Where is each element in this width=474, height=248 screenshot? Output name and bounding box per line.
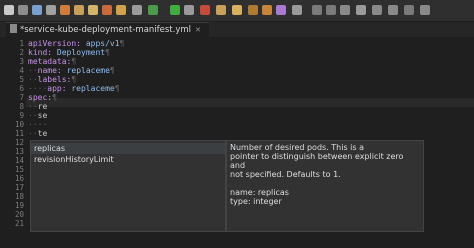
line-number: 10: [14, 120, 24, 129]
content-assist-popup[interactable]: replicas revisionHistoryLimit: [30, 140, 226, 232]
prev-annotation-icon[interactable]: [326, 5, 336, 15]
last-edit-icon[interactable]: [340, 5, 350, 15]
line-number: 3: [19, 57, 24, 66]
save-icon[interactable]: [18, 5, 28, 15]
next-annotation-icon[interactable]: [312, 5, 322, 15]
assist-item-replicas[interactable]: replicas: [31, 143, 225, 154]
doc-line: name: replicas: [230, 188, 289, 197]
yaml-key: app:: [47, 84, 67, 93]
line-number: 8: [19, 102, 24, 111]
yaml-key: metadata:: [28, 57, 72, 66]
yaml-value: replaceme: [66, 66, 110, 75]
code-line: ····app: replaceme¶: [28, 84, 120, 93]
doc-line: type: integer: [230, 197, 282, 206]
line-number: 21: [14, 219, 24, 228]
close-icon[interactable]: ✕: [195, 26, 201, 34]
editor-tab-bar: *service-kube-deployment-manifest.yml ✕: [0, 22, 474, 37]
debug-icon[interactable]: [148, 5, 158, 15]
line-number: 17: [14, 183, 24, 192]
code-line: ··se: [28, 111, 48, 120]
assist-documentation-popup: Number of desired pods. This is a pointe…: [226, 140, 424, 232]
line-number: 7: [19, 93, 24, 102]
code-line: ··re: [28, 102, 48, 111]
code-line: ··name: replaceme¶: [28, 66, 115, 75]
cut-icon[interactable]: [60, 5, 70, 15]
yaml-key: name:: [37, 66, 62, 75]
assist-item-revision-history-limit[interactable]: revisionHistoryLimit: [31, 154, 225, 165]
yaml-value: apps/v1: [85, 39, 120, 48]
run-config-icon[interactable]: [184, 5, 194, 15]
code-line: apiVersion: apps/v1¶: [28, 39, 125, 48]
line-number: 9: [19, 111, 24, 120]
yaml-file-icon: [10, 24, 17, 33]
line-number-gutter: 1 2 3 4 5 6 7 8 9 10 11 12 13 14 15 16 1…: [0, 37, 26, 248]
new-file-icon[interactable]: [4, 5, 14, 15]
yaml-key: spec:: [28, 93, 53, 102]
undo-icon[interactable]: [102, 5, 112, 15]
line-number: 14: [14, 156, 24, 165]
code-line: ··labels:¶: [28, 75, 77, 84]
line-number: 19: [14, 201, 24, 210]
line-number: 1: [19, 39, 24, 48]
partial-text: te: [37, 129, 48, 138]
line-number: 20: [14, 210, 24, 219]
yaml-key: kind:: [28, 48, 53, 57]
line-number: 13: [14, 147, 24, 156]
line-number: 15: [14, 165, 24, 174]
line-number: 12: [14, 138, 24, 147]
code-line: metadata:¶: [28, 57, 77, 66]
tab-title: *service-kube-deployment-manifest.yml: [20, 25, 192, 35]
line-number: 16: [14, 174, 24, 183]
pin-icon[interactable]: [388, 5, 398, 15]
print-icon[interactable]: [46, 5, 56, 15]
open-type-icon[interactable]: [232, 5, 242, 15]
search-icon[interactable]: [248, 5, 258, 15]
toggle-icon[interactable]: [404, 5, 414, 15]
doc-spacer: [230, 179, 420, 188]
forward-icon[interactable]: [372, 5, 382, 15]
doc-line: not specified. Defaults to 1.: [230, 170, 341, 179]
open-task-icon[interactable]: [262, 5, 272, 15]
back-icon[interactable]: [356, 5, 366, 15]
typed-text: re: [37, 102, 48, 111]
perspective-icon[interactable]: [420, 5, 430, 15]
external-tools-icon[interactable]: [200, 5, 210, 15]
doc-line: Number of desired pods. This is a: [230, 143, 365, 152]
yaml-value: Deployment: [56, 48, 106, 57]
save-all-icon[interactable]: [32, 5, 42, 15]
copy-icon[interactable]: [74, 5, 84, 15]
code-editor[interactable]: 1 2 3 4 5 6 7 8 9 10 11 12 13 14 15 16 1…: [0, 37, 474, 248]
run-icon[interactable]: [170, 5, 180, 15]
redo-icon[interactable]: [116, 5, 126, 15]
yaml-key: apiVersion:: [28, 39, 81, 48]
yaml-key: labels:: [37, 75, 72, 84]
line-number: 18: [14, 192, 24, 201]
line-number: 6: [19, 84, 24, 93]
new-project-icon[interactable]: [216, 5, 226, 15]
annotation-icon[interactable]: [276, 5, 286, 15]
line-number: 11: [14, 129, 24, 138]
code-line: kind: Deployment¶: [28, 48, 110, 57]
code-line: ··te: [28, 129, 48, 138]
line-number: 2: [19, 48, 24, 57]
editor-tab[interactable]: *service-kube-deployment-manifest.yml ✕: [6, 22, 209, 37]
pen-icon[interactable]: [292, 5, 302, 15]
paste-icon[interactable]: [88, 5, 98, 15]
code-line: ····: [28, 120, 48, 129]
line-number: 4: [19, 66, 24, 75]
partial-text: se: [37, 111, 48, 120]
line-number: 5: [19, 75, 24, 84]
build-icon[interactable]: [132, 5, 142, 15]
doc-line: pointer to distinguish between explicit …: [230, 152, 404, 170]
yaml-value: replaceme: [71, 84, 115, 93]
code-line: spec:¶: [28, 93, 57, 102]
main-toolbar: [0, 0, 474, 22]
